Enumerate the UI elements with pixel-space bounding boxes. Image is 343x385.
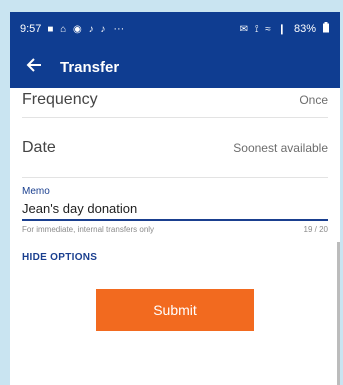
transfer-form: Frequency Once Date Soonest available Me… bbox=[10, 82, 340, 331]
phone-screen: 9:57 ■ ⌂ ◉ ♪ ♪ ··· ✉ ⟟ ≈ ❙ 83% Transfer … bbox=[10, 12, 340, 385]
more-notifications-icon: ··· bbox=[113, 23, 125, 35]
date-value: Soonest available bbox=[233, 140, 328, 155]
arrow-left-icon bbox=[26, 57, 42, 78]
submit-wrapper: Submit bbox=[22, 289, 328, 331]
status-time: 9:57 bbox=[20, 23, 42, 35]
frequency-value: Once bbox=[299, 92, 328, 107]
scrollbar[interactable] bbox=[337, 242, 340, 385]
page-title: Transfer bbox=[60, 58, 120, 76]
date-label: Date bbox=[22, 138, 56, 156]
memo-field-group: Memo For immediate, internal transfers o… bbox=[22, 186, 328, 234]
submit-button[interactable]: Submit bbox=[96, 289, 254, 331]
status-bar: 9:57 ■ ⌂ ◉ ♪ ♪ ··· ✉ ⟟ ≈ ❙ 83% bbox=[10, 12, 340, 46]
notification-icons: ■ ⌂ ◉ ♪ ♪ bbox=[47, 23, 108, 35]
hide-options-link[interactable]: HIDE OPTIONS bbox=[22, 252, 97, 263]
battery-level: 83% bbox=[293, 23, 316, 35]
date-row[interactable]: Date Soonest available bbox=[22, 118, 328, 178]
memo-helper: For immediate, internal transfers only 1… bbox=[22, 225, 328, 234]
memo-label: Memo bbox=[22, 186, 50, 197]
back-button[interactable] bbox=[22, 55, 46, 79]
battery-icon bbox=[322, 22, 330, 36]
memo-input[interactable] bbox=[22, 197, 328, 221]
memo-helper-text: For immediate, internal transfers only bbox=[22, 225, 155, 234]
memo-char-counter: 19 / 20 bbox=[303, 225, 328, 234]
system-status-icons: ✉ ⟟ ≈ ❙ bbox=[239, 23, 288, 35]
frequency-label: Frequency bbox=[22, 90, 98, 108]
frequency-row[interactable]: Frequency Once bbox=[22, 82, 328, 118]
